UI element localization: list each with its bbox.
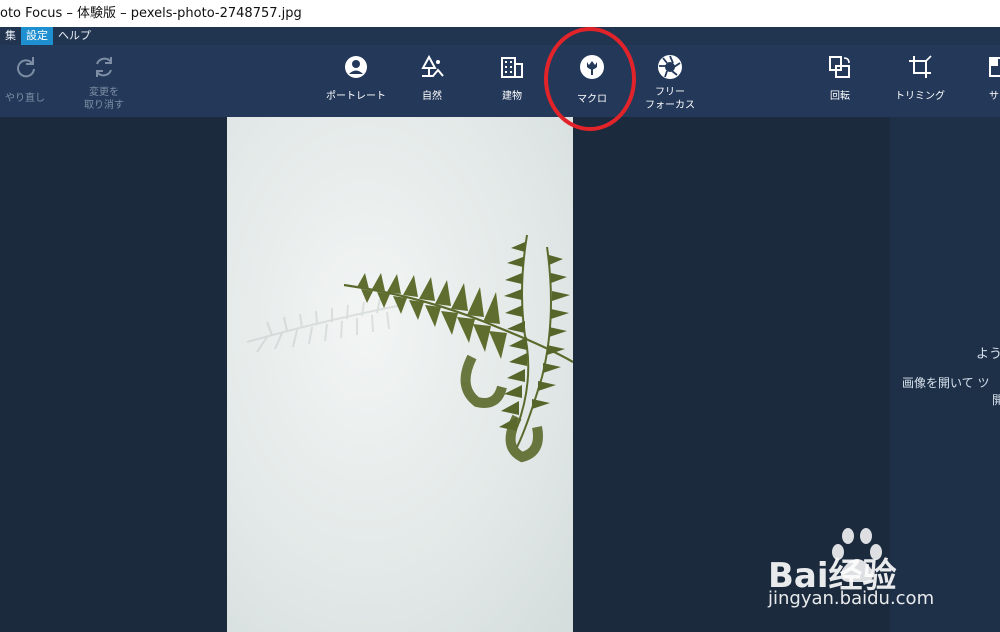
size-button[interactable]: サイ <box>975 45 1000 117</box>
trim-button[interactable]: トリミング <box>890 45 950 117</box>
free-focus-label-1: フリー <box>655 87 685 98</box>
nature-label: 自然 <box>422 91 442 102</box>
portrait-label: ポートレート <box>326 91 386 102</box>
building-button[interactable]: 建物 <box>492 45 532 117</box>
crop-icon <box>906 53 934 81</box>
menu-help[interactable]: ヘルプ <box>53 27 96 45</box>
window-title: oto Focus – 体験版 – pexels-photo-2748757.j… <box>0 0 1000 27</box>
undo-changes-button[interactable]: 変更を 取り消す <box>78 45 130 117</box>
building-label: 建物 <box>502 91 522 102</box>
redo-label: やり直し <box>5 93 45 104</box>
toolbar: やり直し 変更を 取り消す ポートレート 自然 建物 マクロ フリー フォーカス… <box>0 45 1000 117</box>
welcome-title: よう <box>976 347 1000 362</box>
free-focus-button[interactable]: フリー フォーカス <box>640 45 700 117</box>
rotate-label: 回転 <box>830 91 850 102</box>
portrait-button[interactable]: ポートレート <box>318 45 394 117</box>
tree-icon <box>418 53 446 81</box>
undo-changes-label-1: 変更を <box>89 87 119 98</box>
right-panel: よう 画像を開いて ツ 開 <box>890 117 1000 632</box>
portrait-icon <box>342 53 370 81</box>
macro-label: マクロ <box>577 94 607 105</box>
trim-label: トリミング <box>895 91 945 102</box>
free-focus-label-2: フォーカス <box>645 100 695 111</box>
size-label: サイ <box>989 91 1000 102</box>
aperture-icon <box>656 53 684 81</box>
rotate-icon <box>826 53 854 81</box>
app-window: oto Focus – 体験版 – pexels-photo-2748757.j… <box>0 0 1000 632</box>
nature-button[interactable]: 自然 <box>412 45 452 117</box>
menu-settings[interactable]: 設定 <box>21 27 53 45</box>
tulip-icon <box>578 53 606 81</box>
menu-bar: 集 設定 ヘルプ <box>0 27 1000 45</box>
macro-button[interactable]: マクロ <box>570 45 614 117</box>
welcome-line-1: 画像を開いて ツ <box>902 376 990 390</box>
redo-button[interactable]: やり直し <box>0 45 50 117</box>
rotate-button[interactable]: 回転 <box>820 45 860 117</box>
menu-edit[interactable]: 集 <box>0 27 21 45</box>
fern-photo-image <box>227 117 573 632</box>
building-icon <box>498 53 526 81</box>
resize-icon <box>985 53 1000 81</box>
welcome-line-2: 開 <box>992 393 1000 407</box>
undo-changes-label-2: 取り消す <box>84 100 124 111</box>
refresh-icon <box>90 53 118 81</box>
redo-icon <box>12 53 40 81</box>
photo-preview[interactable] <box>227 117 573 632</box>
